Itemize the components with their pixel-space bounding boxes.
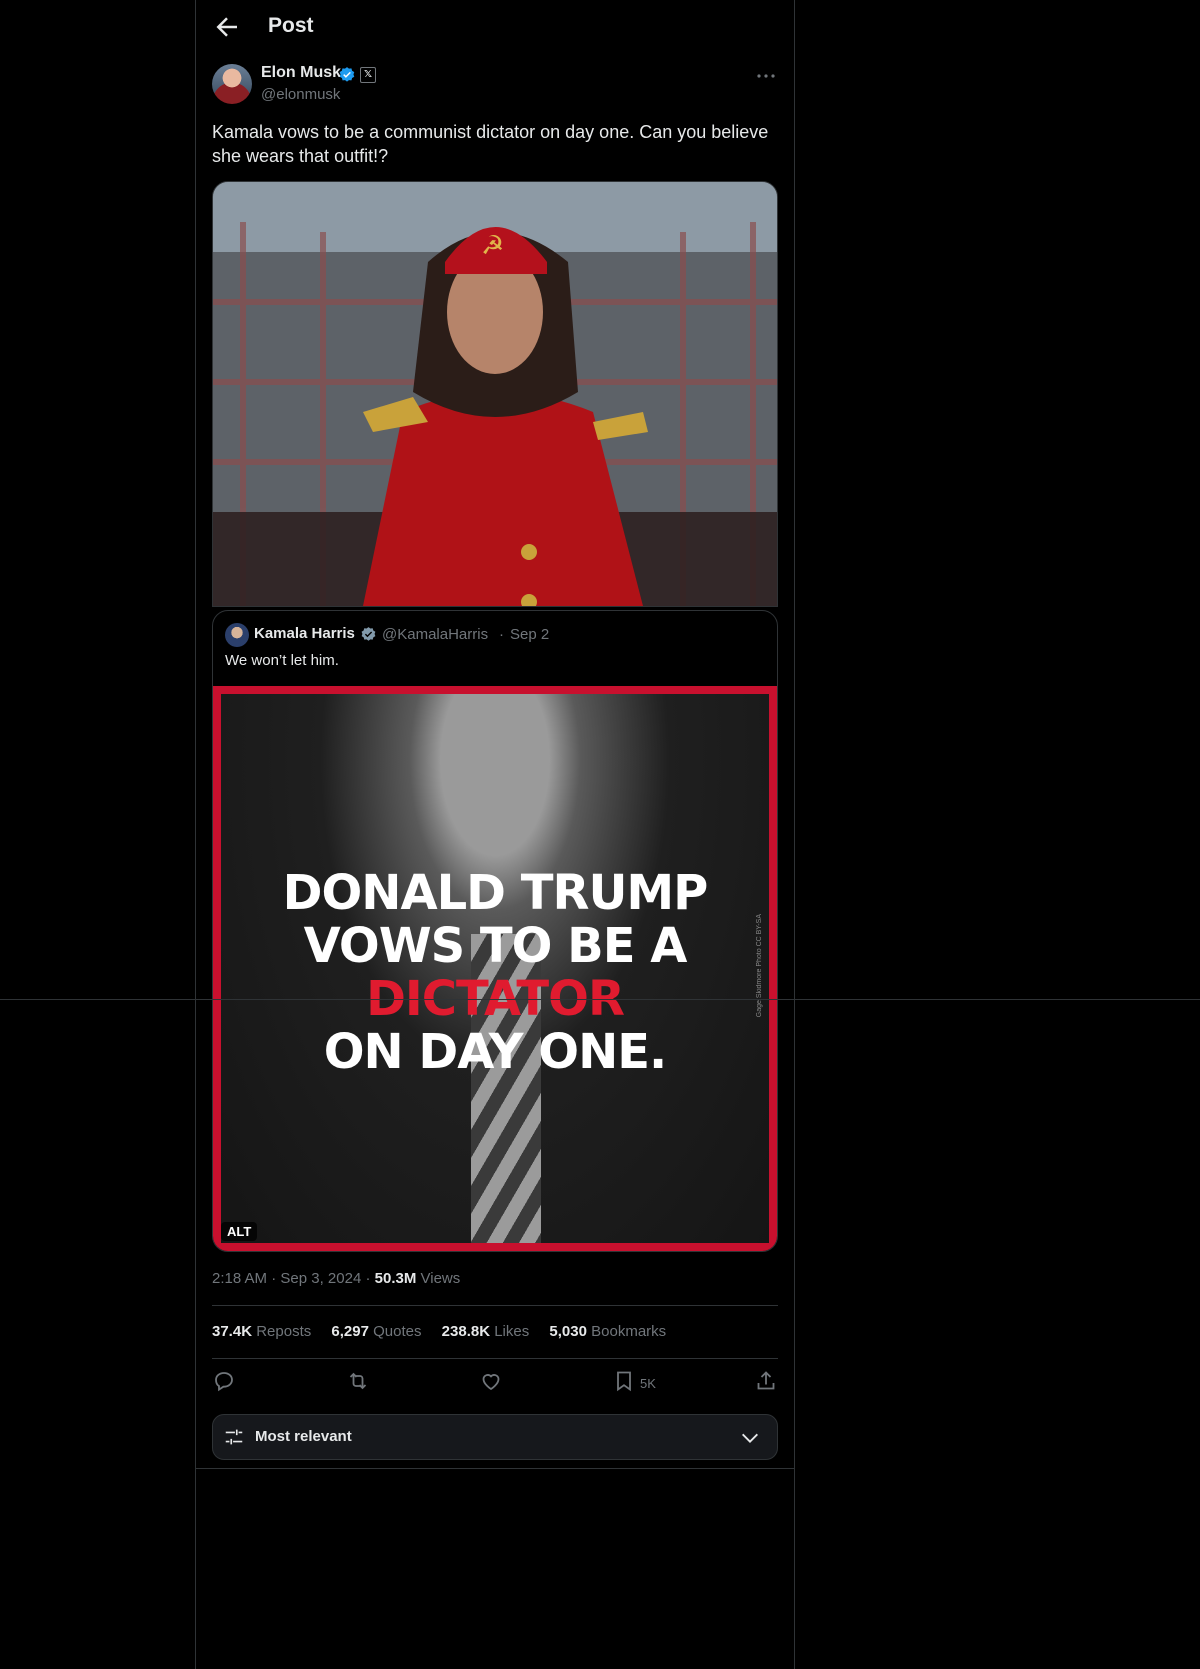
action-bar: 5K (212, 1369, 778, 1395)
quoted-image[interactable]: DONALD TRUMP VOWS TO BE A DICTATOR ON DA… (213, 686, 777, 1251)
sort-label: Most relevant (255, 1428, 352, 1445)
post-metadata: 2:18 AM · Sep 3, 2024 · 50.3M Views (212, 1270, 460, 1287)
quoted-author-handle[interactable]: @KamalaHarris (382, 626, 488, 643)
divider (212, 1305, 778, 1306)
separator-dot: · (499, 626, 504, 643)
back-arrow-icon[interactable] (212, 12, 242, 42)
reposts-stat[interactable]: 37.4K Reposts (212, 1323, 311, 1340)
post-text: Kamala vows to be a communist dictator o… (212, 122, 769, 166)
reply-icon[interactable] (212, 1369, 236, 1393)
headline-line-1: DONALD TRUMP (282, 865, 709, 921)
quoted-image-content: DONALD TRUMP VOWS TO BE A DICTATOR ON DA… (221, 694, 769, 1243)
post-image-illustration: ☭ (213, 182, 777, 606)
likes-stat[interactable]: 238.8K Likes (442, 1323, 530, 1340)
author-name[interactable]: Elon Musk (261, 64, 341, 82)
quotes-stat[interactable]: 6,297 Quotes (331, 1323, 421, 1340)
views-label: Views (420, 1270, 461, 1287)
screen-divider-line (0, 999, 1200, 1000)
main-column: Post Elon Musk 𝕏 @elonmusk Kamala vows t… (195, 0, 795, 1669)
chevron-down-icon (742, 1433, 758, 1443)
svg-text:☭: ☭ (481, 231, 504, 261)
column-end-divider (195, 1468, 795, 1469)
bookmark-icon[interactable] (612, 1369, 636, 1393)
separator-dot: · (365, 1270, 375, 1287)
like-icon[interactable] (479, 1369, 503, 1393)
views-count: 50.3M (374, 1270, 417, 1287)
quoted-date[interactable]: Sep 2 (510, 626, 549, 643)
repost-icon[interactable] (346, 1369, 370, 1393)
sort-replies-dropdown[interactable]: Most relevant (212, 1414, 778, 1460)
more-options-icon[interactable] (754, 64, 778, 88)
bookmark-count: 5K (640, 1376, 656, 1391)
author-handle[interactable]: @elonmusk (261, 86, 340, 103)
divider (212, 1358, 778, 1359)
separator-dot: · (271, 1270, 281, 1287)
verified-badge-icon (361, 627, 376, 641)
engagement-stats: 37.4K Reposts 6,297 Quotes 238.8K Likes … (212, 1323, 682, 1340)
share-icon[interactable] (754, 1369, 778, 1393)
post-date[interactable]: Sep 3, 2024 (280, 1270, 361, 1287)
quoted-avatar[interactable] (225, 623, 249, 647)
photo-credit: Gage Skidmore Photo CC BY-SA (756, 914, 763, 1018)
bookmarks-stat[interactable]: 5,030 Bookmarks (549, 1323, 666, 1340)
alt-text-badge[interactable]: ALT (221, 1222, 258, 1241)
top-bar: Post (196, 0, 794, 54)
quoted-post[interactable]: Kamala Harris @KamalaHarris · Sep 2 We w… (212, 610, 778, 1252)
avatar[interactable] (212, 64, 252, 104)
quoted-text: We won’t let him. (225, 652, 339, 669)
post-time[interactable]: 2:18 AM (212, 1270, 267, 1287)
filter-sliders-icon (225, 1429, 243, 1445)
quoted-author-name[interactable]: Kamala Harris (254, 625, 355, 642)
page-title: Post (268, 14, 314, 37)
post-image[interactable]: ☭ (212, 181, 778, 607)
headline-line-2: VOWS TO BE A (303, 918, 688, 974)
verified-badge-icon[interactable] (338, 66, 356, 84)
headline-line-4: ON DAY ONE. (323, 1024, 668, 1080)
x-affiliation-badge[interactable]: 𝕏 (360, 67, 376, 83)
